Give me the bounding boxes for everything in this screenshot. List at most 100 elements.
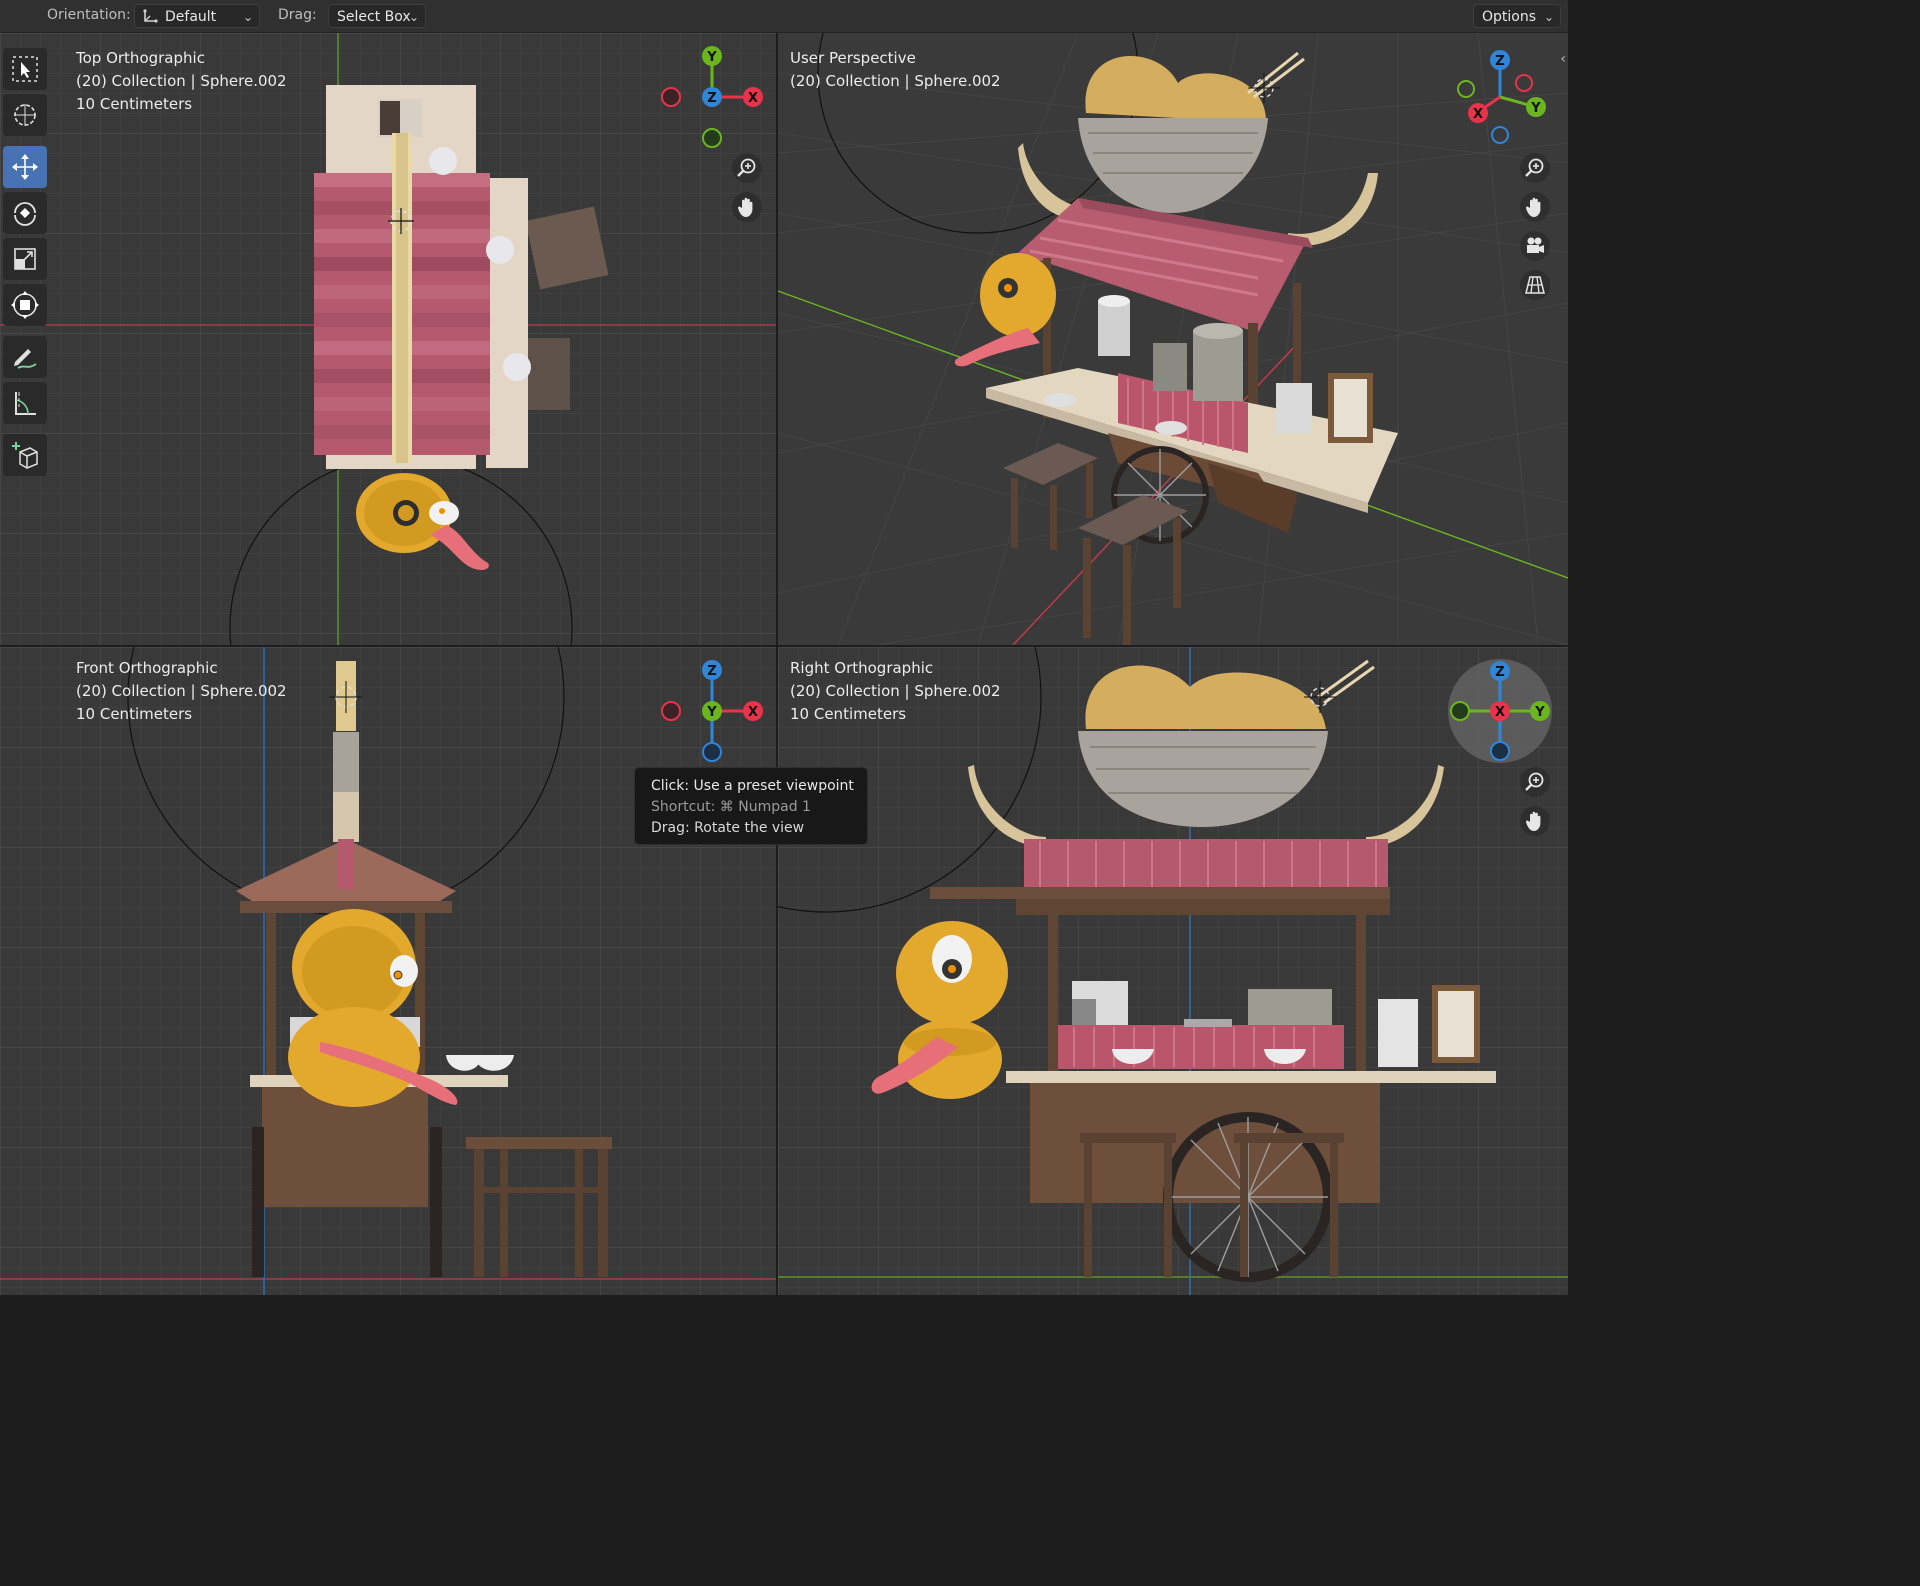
orientation-label: Orientation: xyxy=(47,7,131,23)
y-axis-label: Y xyxy=(706,705,717,720)
annotate-icon xyxy=(14,349,37,369)
sidebar-toggle-chevron[interactable]: ‹ xyxy=(1560,51,1566,67)
stool-top xyxy=(524,206,609,410)
scale-tool[interactable] xyxy=(3,238,47,280)
transform-tool[interactable] xyxy=(3,284,47,326)
move-icon xyxy=(12,154,38,180)
view-name: Right Orthographic xyxy=(790,659,934,677)
viewport-header: Orientation: Default ⌄ Drag: Select Box … xyxy=(0,0,1568,33)
transform-icon xyxy=(11,291,39,319)
z-axis-label: Z xyxy=(707,664,716,679)
viewport-right-orthographic[interactable]: Right Orthographic (20) Collection | Sph… xyxy=(778,647,1568,1295)
pan-button[interactable] xyxy=(1520,806,1550,836)
roof-right xyxy=(1024,839,1388,889)
z-axis-label: Z xyxy=(707,91,716,106)
x-axis-label: X xyxy=(1473,107,1483,122)
lantern-creature-right xyxy=(871,921,1008,1099)
view-name: Front Orthographic xyxy=(76,659,218,677)
collection-label: (20) Collection | Sphere.002 xyxy=(790,72,1001,90)
viewport-info: User Perspective (20) Collection | Spher… xyxy=(790,47,1001,93)
x-axis-label: X xyxy=(748,705,758,720)
zoom-icon xyxy=(737,158,756,177)
tool-shelf xyxy=(0,44,52,476)
select-box-icon xyxy=(12,56,38,82)
grid-scale: 10 Centimeters xyxy=(76,95,193,113)
rotate-tool[interactable] xyxy=(3,192,47,234)
viewport-info: Front Orthographic (20) Collection | Sph… xyxy=(76,657,287,726)
select-box-tool[interactable] xyxy=(3,48,47,90)
viewport-front-orthographic[interactable]: Front Orthographic (20) Collection | Sph… xyxy=(0,647,776,1295)
navigation-gizmo[interactable]: Z Y X xyxy=(1440,651,1560,771)
viewport-info: Top Orthographic (20) Collection | Spher… xyxy=(76,47,287,116)
cursor-icon xyxy=(14,104,36,126)
navigation-gizmo[interactable]: Z X Y xyxy=(652,651,772,771)
navigation-gizmo[interactable]: Y X Z xyxy=(652,37,772,157)
tooltip-drag: Drag: Rotate the view xyxy=(651,820,805,836)
orientation-value: Default xyxy=(165,9,217,25)
viewport-user-perspective[interactable]: User Perspective (20) Collection | Spher… xyxy=(778,33,1568,645)
scale-icon xyxy=(14,248,36,270)
bowl-sign xyxy=(1078,51,1305,213)
view-name: Top Orthographic xyxy=(76,49,205,67)
orientation-dropdown[interactable]: Default ⌄ xyxy=(134,4,260,28)
hand-icon xyxy=(737,197,753,217)
z-axis-label: Z xyxy=(1495,665,1504,680)
add-cube-icon xyxy=(12,442,38,469)
pan-button[interactable] xyxy=(732,192,762,222)
orientation-axes-icon xyxy=(143,9,158,23)
annotate-tool[interactable] xyxy=(3,336,47,378)
zoom-button[interactable] xyxy=(1520,153,1550,183)
tooltip-click: Click: Use a preset viewpoint xyxy=(651,778,854,794)
chevron-down-icon: ⌄ xyxy=(408,10,419,24)
options-dropdown[interactable]: Options ⌄ xyxy=(1473,4,1561,28)
pan-button[interactable] xyxy=(1520,192,1550,222)
y-axis-label: Y xyxy=(1534,705,1545,720)
collection-label: (20) Collection | Sphere.002 xyxy=(76,72,287,90)
y-axis-label: Y xyxy=(1530,101,1541,116)
move-tool[interactable] xyxy=(3,146,47,188)
drag-label: Drag: xyxy=(278,7,317,23)
measure-tool[interactable] xyxy=(3,382,47,424)
zoom-button[interactable] xyxy=(1520,767,1550,797)
y-axis-label: Y xyxy=(706,50,717,65)
x-axis-label: X xyxy=(1495,705,1505,720)
grid-scale: 10 Centimeters xyxy=(76,705,193,723)
cursor-tool[interactable] xyxy=(3,94,47,136)
rotate-icon xyxy=(14,202,36,226)
3d-cursor-front xyxy=(330,681,362,713)
bowl-sign-right xyxy=(1078,659,1375,827)
counter-right xyxy=(1006,1071,1496,1083)
zoom-icon xyxy=(1525,772,1544,791)
view-name: User Perspective xyxy=(790,49,916,67)
viewport-top-orthographic[interactable]: Top Orthographic (20) Collection | Spher… xyxy=(0,33,776,645)
collection-label: (20) Collection | Sphere.002 xyxy=(76,682,287,700)
tooltip-shortcut: Shortcut: ⌘ Numpad 1 xyxy=(651,799,811,815)
viewport-divider-vertical[interactable] xyxy=(776,33,778,1295)
hand-icon xyxy=(1525,811,1541,831)
options-label: Options xyxy=(1482,9,1537,25)
zoom-button[interactable] xyxy=(732,153,762,183)
drag-dropdown[interactable]: Select Box ⌄ xyxy=(328,4,426,28)
viewport-divider-horizontal[interactable] xyxy=(0,645,1568,647)
counter xyxy=(486,178,528,468)
grid-projection-icon xyxy=(1525,276,1545,294)
chevron-down-icon: ⌄ xyxy=(1543,10,1554,24)
drag-value: Select Box xyxy=(337,9,411,25)
viewport-info: Right Orthographic (20) Collection | Sph… xyxy=(790,657,1001,726)
hand-icon xyxy=(1525,197,1541,217)
camera-icon xyxy=(1527,237,1544,253)
grid-scale: 10 Centimeters xyxy=(790,705,907,723)
add-cube-tool[interactable] xyxy=(3,434,47,476)
projection-toggle-button[interactable] xyxy=(1520,270,1550,300)
camera-view-button[interactable] xyxy=(1520,231,1550,261)
zoom-icon xyxy=(1525,158,1544,177)
measure-icon xyxy=(15,392,36,415)
x-axis-label: X xyxy=(748,91,758,106)
collection-label: (20) Collection | Sphere.002 xyxy=(790,682,1001,700)
stool-front xyxy=(466,1137,612,1277)
gizmo-tooltip: Click: Use a preset viewpoint Shortcut: … xyxy=(634,767,868,845)
lantern-creature-top xyxy=(356,473,489,570)
z-axis-label: Z xyxy=(1495,54,1504,69)
navigation-gizmo[interactable]: Z Y X xyxy=(1440,37,1560,157)
chevron-down-icon: ⌄ xyxy=(242,10,253,24)
